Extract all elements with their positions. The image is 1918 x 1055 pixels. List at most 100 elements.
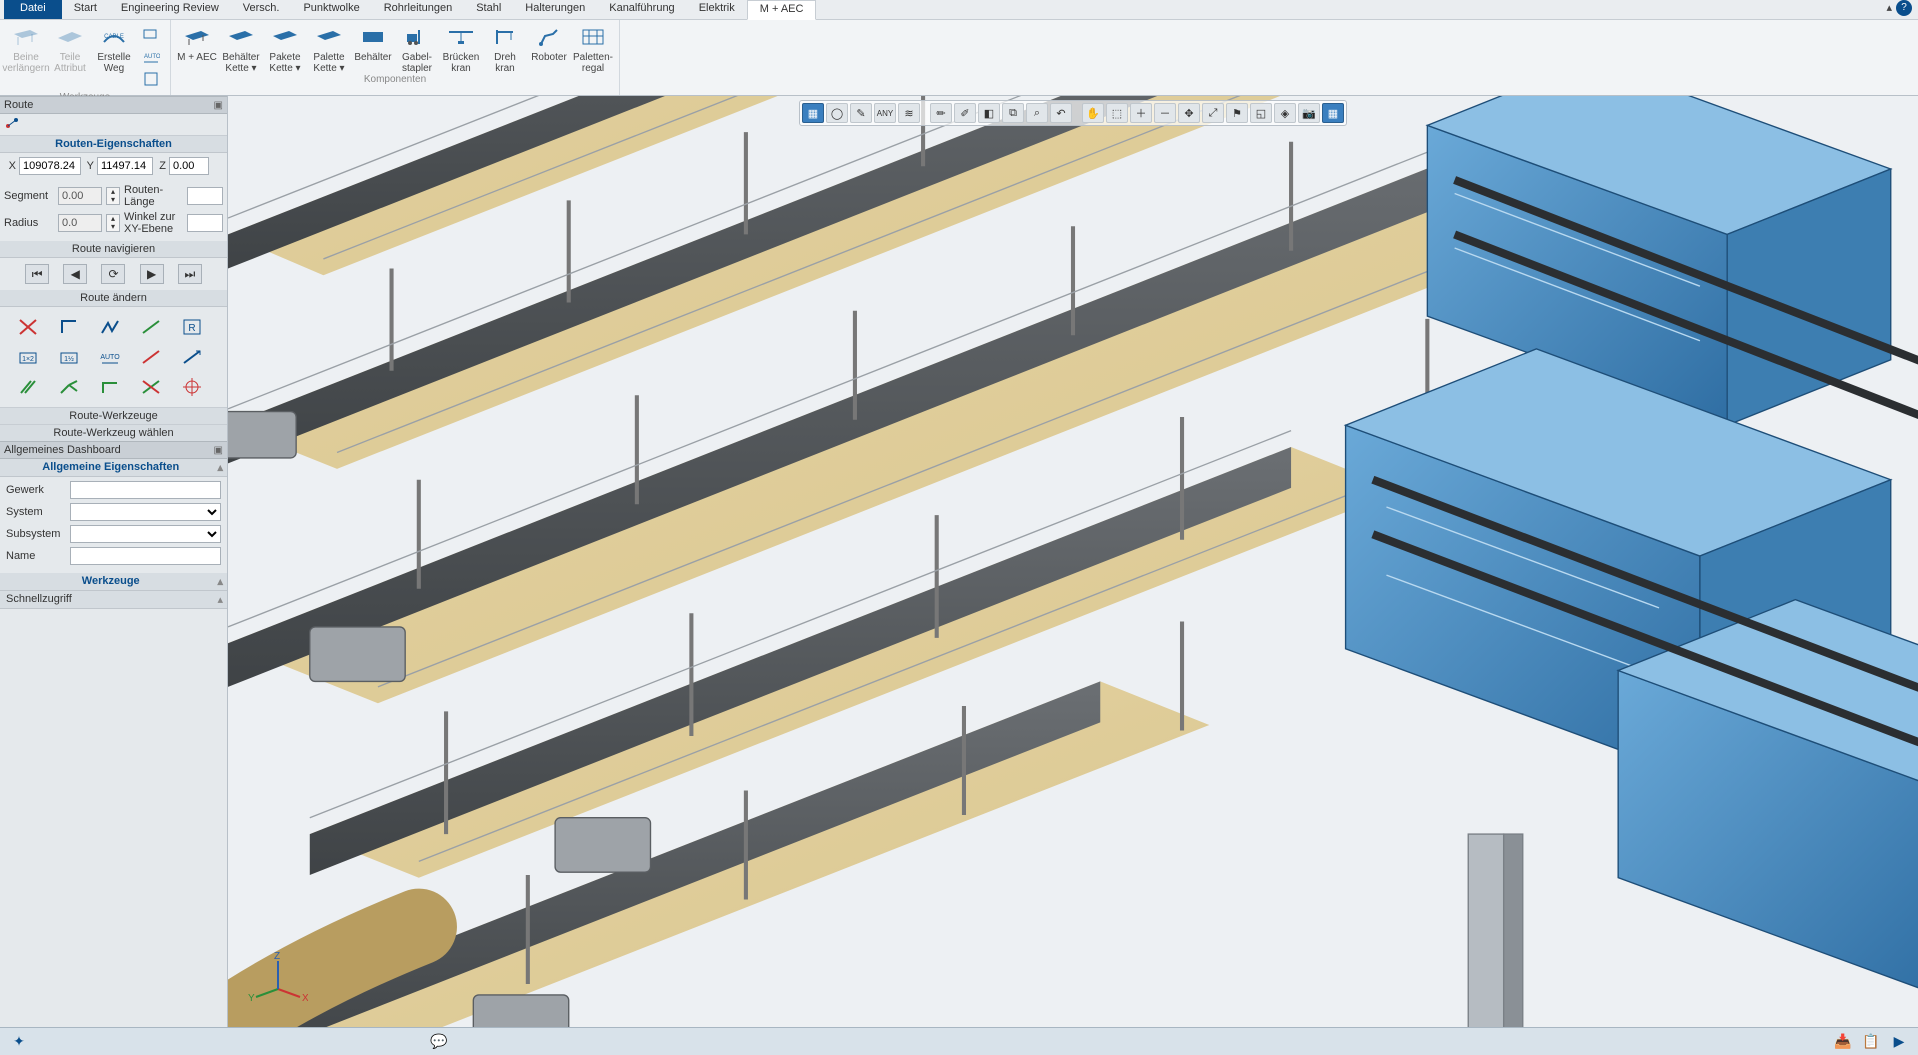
- menu-item-m-aec[interactable]: M + AEC: [747, 0, 817, 20]
- vt-ortho-icon[interactable]: ◱: [1250, 103, 1272, 123]
- vt-cube2-icon[interactable]: ▦: [1322, 103, 1344, 123]
- menu-file[interactable]: Datei: [4, 0, 62, 19]
- input-gewerk[interactable]: [70, 481, 221, 499]
- route-tool-1x2-icon[interactable]: 1×2: [14, 345, 42, 369]
- select-subsystem[interactable]: [70, 525, 221, 543]
- vt-camera-icon[interactable]: 📷: [1298, 103, 1320, 123]
- pin-icon[interactable]: ▣: [214, 100, 223, 111]
- ribbon-btn-gabelstapler[interactable]: Gabel- stapler: [395, 22, 439, 74]
- menu-item-versch[interactable]: Versch.: [231, 0, 292, 19]
- route-tool-1half-icon[interactable]: 1½: [55, 345, 83, 369]
- vt-fit-icon[interactable]: ⤢: [1202, 103, 1224, 123]
- ribbon-btn-erstelle-weg[interactable]: CABLE Erstelle Weg: [92, 22, 136, 92]
- ribbon-btn-teile-attribut[interactable]: Teile Attribut: [48, 22, 92, 92]
- vt-box-find-icon[interactable]: ⌕: [1026, 103, 1048, 123]
- menu-item-rohrleitungen[interactable]: Rohrleitungen: [372, 0, 465, 19]
- radius-spinner[interactable]: ▴▾: [106, 214, 120, 232]
- status-play-icon[interactable]: ▶: [1888, 1032, 1910, 1052]
- route-tool-zigzag-icon[interactable]: [96, 315, 124, 339]
- nav-last-button[interactable]: ⏭: [178, 264, 202, 284]
- vt-box-add-icon[interactable]: ⧉: [1002, 103, 1024, 123]
- ribbon-btn-m-aec[interactable]: M + AEC: [175, 22, 219, 74]
- vt-brush-icon[interactable]: ✐: [954, 103, 976, 123]
- menu-item-punktwolke[interactable]: Punktwolke: [291, 0, 371, 19]
- vt-hammer-icon[interactable]: ✎: [850, 103, 872, 123]
- route-tool-corner-green-icon[interactable]: [96, 375, 124, 399]
- ribbon-small-btn-1[interactable]: [140, 24, 162, 46]
- vt-layers-icon[interactable]: ≋: [898, 103, 920, 123]
- vt-undo-icon[interactable]: ↶: [1050, 103, 1072, 123]
- panel-header-dashboard[interactable]: Allgemeines Dashboard ▣: [0, 441, 227, 459]
- help-icon[interactable]: ?: [1896, 0, 1912, 16]
- vt-hand-icon[interactable]: ✋: [1082, 103, 1104, 123]
- vt-any-icon[interactable]: ANY: [874, 103, 896, 123]
- menu-item-stahl[interactable]: Stahl: [464, 0, 513, 19]
- ribbon-btn-beine-verlaengern[interactable]: Beine verlängern: [4, 22, 48, 92]
- vt-sphere-icon[interactable]: ◯: [826, 103, 848, 123]
- route-tool-route-r-icon[interactable]: R: [178, 315, 206, 339]
- route-tool-parallel-icon[interactable]: [14, 375, 42, 399]
- menu-item-halterungen[interactable]: Halterungen: [513, 0, 597, 19]
- collapse-icon[interactable]: ▴: [217, 575, 223, 588]
- route-tool-auto-icon[interactable]: AUTO: [96, 345, 124, 369]
- vt-pan-icon[interactable]: ✥: [1178, 103, 1200, 123]
- link-route-werkzeuge[interactable]: Route-Werkzeuge: [0, 407, 227, 424]
- ribbon-btn-palette-kette[interactable]: Palette Kette ▾: [307, 22, 351, 74]
- scene-3d: [228, 96, 1918, 1027]
- vt-marker-icon[interactable]: ⚑: [1226, 103, 1248, 123]
- ribbon-btn-palettenregal[interactable]: Paletten- regal: [571, 22, 615, 74]
- input-y[interactable]: [97, 157, 153, 175]
- select-system[interactable]: [70, 503, 221, 521]
- nav-first-button[interactable]: ⏮: [25, 264, 49, 284]
- viewport-3d[interactable]: ▦ ◯ ✎ ANY ≋ ✏ ✐ ◧ ⧉ ⌕ ↶ ✋ ⬚ ＋ － ✥ ⤢ ⚑ ◱ …: [228, 96, 1918, 1027]
- menu-item-engineering-review[interactable]: Engineering Review: [109, 0, 231, 19]
- ribbon-btn-behaelter-kette[interactable]: Behälter Kette ▾: [219, 22, 263, 74]
- nav-next-button[interactable]: ▶: [140, 264, 164, 284]
- ribbon-small-btn-3[interactable]: [140, 68, 162, 90]
- vt-cube-icon[interactable]: ▦: [802, 103, 824, 123]
- svg-text:1×2: 1×2: [22, 356, 34, 363]
- collapse-icon[interactable]: ▴: [217, 593, 223, 606]
- route-tool-line-red-icon[interactable]: [137, 345, 165, 369]
- menu-item-elektrik[interactable]: Elektrik: [687, 0, 747, 19]
- vt-zoom-out-icon[interactable]: －: [1154, 103, 1176, 123]
- status-inbox-icon[interactable]: 📥: [1832, 1032, 1854, 1052]
- ribbon-btn-brueckenkran[interactable]: Brücken kran: [439, 22, 483, 74]
- ribbon-btn-behaelter[interactable]: Behälter: [351, 22, 395, 74]
- vt-iso-icon[interactable]: ◈: [1274, 103, 1296, 123]
- ribbon-btn-label: M + AEC: [177, 52, 217, 63]
- route-tool-line-green-icon[interactable]: [137, 315, 165, 339]
- panel-header-route[interactable]: Route ▣: [0, 96, 227, 114]
- vt-palette-icon[interactable]: ◧: [978, 103, 1000, 123]
- status-compass-icon[interactable]: ✦: [8, 1032, 30, 1052]
- ribbon-btn-roboter[interactable]: Roboter: [527, 22, 571, 74]
- ribbon-btn-drehkran[interactable]: Dreh kran: [483, 22, 527, 74]
- route-tool-line-arrow-icon[interactable]: [178, 345, 206, 369]
- vt-pencil-icon[interactable]: ✏: [930, 103, 952, 123]
- input-z[interactable]: [169, 157, 209, 175]
- status-clipboard-icon[interactable]: 📋: [1860, 1032, 1882, 1052]
- nav-refresh-button[interactable]: ⟳: [101, 264, 125, 284]
- collapse-icon[interactable]: ▴: [217, 461, 223, 474]
- status-chat-icon[interactable]: 💬: [428, 1032, 450, 1052]
- route-tool-split-icon[interactable]: [55, 375, 83, 399]
- link-route-werkzeug-waehlen[interactable]: Route-Werkzeug wählen: [0, 424, 227, 441]
- menu-item-start[interactable]: Start: [62, 0, 109, 19]
- menu-item-kanalfuehrung[interactable]: Kanalführung: [597, 0, 686, 19]
- route-tool-cross-icon[interactable]: [14, 315, 42, 339]
- vt-zoom-in-icon[interactable]: ＋: [1130, 103, 1152, 123]
- input-x[interactable]: [19, 157, 81, 175]
- ribbon-collapse-icon[interactable]: ▴: [1884, 0, 1894, 19]
- ribbon-btn-pakete-kette[interactable]: Pakete Kette ▾: [263, 22, 307, 74]
- route-tool-cross-red-icon[interactable]: [137, 375, 165, 399]
- ribbon-small-btn-2[interactable]: AUTO: [140, 46, 162, 68]
- route-tool-angle-icon[interactable]: [55, 315, 83, 339]
- route-icon[interactable]: [4, 116, 20, 130]
- segment-spinner[interactable]: ▴▾: [106, 187, 120, 205]
- nav-prev-button[interactable]: ◀: [63, 264, 87, 284]
- header-schnellzugriff[interactable]: Schnellzugriff ▴: [0, 591, 227, 609]
- pin-icon[interactable]: ▣: [214, 445, 223, 456]
- vt-zoom-window-icon[interactable]: ⬚: [1106, 103, 1128, 123]
- input-name[interactable]: [70, 547, 221, 565]
- route-tool-target-icon[interactable]: [178, 375, 206, 399]
